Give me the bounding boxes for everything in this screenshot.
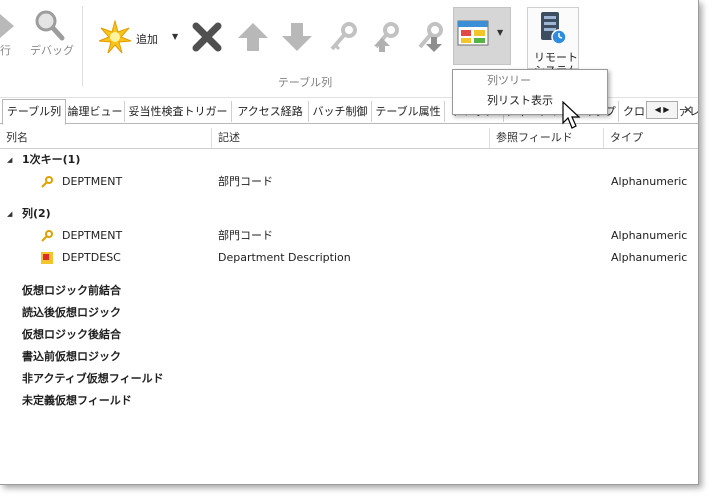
tree-node-virtual-logic-post-join[interactable]: 仮想ロジック後結合 — [0, 324, 698, 346]
move-down-button[interactable] — [280, 20, 316, 56]
key-icon — [330, 22, 357, 51]
tab-batch-control[interactable]: バッチ制御 — [309, 101, 372, 122]
remote-system-button[interactable]: リモート システム — [527, 7, 579, 77]
node-label: 読込後仮想ロジック — [22, 306, 121, 319]
table-row[interactable]: DEPTDESC Department Description Alphanum… — [0, 247, 698, 269]
grid-view-icon — [457, 20, 489, 46]
expand-caret-icon[interactable]: ◢ — [7, 149, 12, 171]
row-name: DEPTDESC — [62, 251, 121, 264]
close-icon[interactable]: ✕ — [683, 103, 693, 117]
node-label: 未定義仮想フィールド — [22, 394, 132, 407]
column-header-name[interactable]: 列名 — [0, 128, 212, 148]
row-description: 部門コード — [218, 229, 273, 242]
tree-node-undefined-virtual-fields[interactable]: 未定義仮想フィールド — [0, 390, 698, 412]
view-mode-split-button[interactable]: ▼ — [453, 7, 511, 65]
tab-logical-views[interactable]: 論理ビュー — [66, 101, 125, 122]
tree-node-pre-write-virtual-logic[interactable]: 書込前仮想ロジック — [0, 346, 698, 368]
column-header-reference-field[interactable]: 参照フィールド — [490, 128, 604, 148]
column-header-type[interactable]: タイプ — [604, 128, 698, 148]
tab-access-paths[interactable]: アクセス経路 — [232, 101, 309, 122]
ribbon-separator — [82, 6, 83, 86]
row-description: Department Description — [218, 251, 351, 264]
mouse-cursor-icon — [562, 101, 581, 129]
chevron-down-icon[interactable]: ▼ — [497, 28, 503, 37]
run-label: 行 — [0, 44, 11, 57]
magnifier-icon — [35, 10, 65, 41]
row-name: DEPTMENT — [62, 229, 123, 242]
key-arrow-up-icon — [374, 22, 399, 52]
group-primary-key[interactable]: ◢ 1次キー(1) — [0, 149, 698, 171]
node-label: 書込前仮想ロジック — [22, 350, 121, 363]
delete-button[interactable] — [190, 20, 226, 56]
field-icon — [41, 252, 53, 264]
key-icon — [41, 230, 53, 242]
run-button[interactable]: 行 — [0, 6, 18, 66]
tree-node-virtual-logic-pre-join[interactable]: 仮想ロジック前結合 — [0, 280, 698, 302]
tab-validation-triggers[interactable]: 妥当性検査トリガー — [125, 101, 232, 122]
tree-node-inactive-virtual-fields[interactable]: 非アクティブ仮想フィールド — [0, 368, 698, 390]
move-up-button[interactable] — [236, 20, 272, 56]
dropdown-item-column-tree[interactable]: 列ツリー — [453, 71, 607, 91]
table-row[interactable]: DEPTMENT 部門コード Alphanumeric — [0, 171, 698, 193]
delete-x-icon — [192, 22, 222, 52]
node-label: 仮想ロジック前結合 — [22, 284, 121, 297]
key-arrow-down-icon — [418, 22, 443, 52]
editor-window: 行 デバッグ 追加 ▼ ▼ リモート テーブル列 列ツリー 列リスト表示 テーブ… — [0, 0, 699, 485]
expand-caret-icon[interactable]: ◢ — [7, 203, 12, 225]
tab-scroll-buttons[interactable]: ◀ ▶ — [646, 101, 678, 119]
row-description: 部門コード — [218, 175, 273, 188]
server-icon — [541, 12, 567, 45]
tab-table-columns[interactable]: テーブル列 — [2, 99, 66, 125]
arrow-down-icon — [282, 23, 312, 51]
key-down-button[interactable] — [412, 20, 448, 56]
row-type: Alphanumeric — [611, 251, 688, 264]
ribbon-group-label: テーブル列 — [277, 76, 333, 89]
tree-node-post-read-virtual-logic[interactable]: 読込後仮想ロジック — [0, 302, 698, 324]
key-icon — [41, 176, 53, 188]
debug-label: デバッグ — [30, 44, 74, 57]
node-label: 仮想ロジック後結合 — [22, 328, 121, 341]
run-icon — [0, 14, 14, 38]
tab-table-attributes[interactable]: テーブル属性 — [372, 101, 445, 122]
group-label: 1次キー(1) — [22, 153, 81, 166]
row-type: Alphanumeric — [611, 175, 688, 188]
add-label: 追加 — [136, 33, 158, 46]
view-mode-dropdown: 列ツリー 列リスト表示 — [452, 69, 608, 115]
group-columns[interactable]: ◢ 列(2) — [0, 203, 698, 225]
debug-button[interactable]: デバッグ — [24, 6, 74, 66]
table-row[interactable]: DEPTMENT 部門コード Alphanumeric — [0, 225, 698, 247]
chevron-down-icon: ▼ — [172, 32, 179, 41]
row-name: DEPTMENT — [62, 175, 123, 188]
add-button[interactable]: 追加 ▼ — [96, 20, 184, 58]
key-button[interactable] — [326, 20, 362, 56]
star-burst-icon — [98, 20, 132, 54]
grid-header: 列名 記述 参照フィールド タイプ — [0, 128, 698, 149]
node-label: 非アクティブ仮想フィールド — [22, 372, 164, 385]
row-type: Alphanumeric — [611, 229, 688, 242]
arrow-up-icon — [238, 23, 268, 51]
group-label: 列(2) — [22, 207, 51, 220]
key-up-button[interactable] — [368, 20, 404, 56]
column-header-description[interactable]: 記述 — [212, 128, 490, 148]
